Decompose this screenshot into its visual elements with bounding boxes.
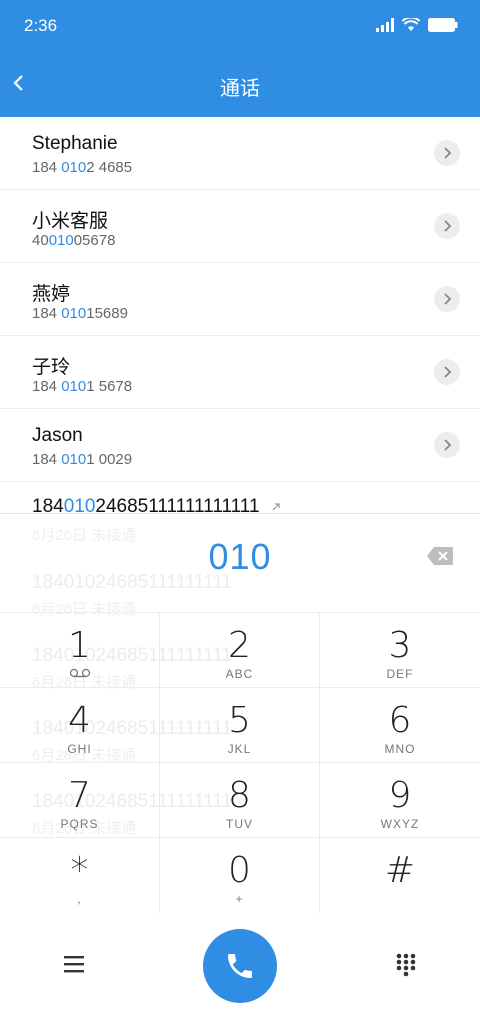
contact-list: Stephanie 184 0102 4685 小米客服 4001005678 …: [0, 117, 480, 517]
contact-item[interactable]: Jason 184 0101 0029: [0, 409, 480, 482]
contact-number: 184 0101 5678: [32, 378, 133, 395]
recent-call-item[interactable]: 18401024685111111111111: [0, 482, 480, 517]
battery-icon: [428, 18, 458, 32]
detail-button[interactable]: [434, 359, 460, 385]
key-letters: TUV: [226, 817, 253, 831]
chevron-right-icon: [444, 147, 452, 159]
contact-item[interactable]: 小米客服 4001005678: [0, 190, 480, 263]
status-icons: [376, 15, 458, 35]
status-bar: 2:36: [0, 0, 480, 52]
chevron-right-icon: [444, 366, 452, 378]
phone-icon: [228, 954, 252, 978]
contact-name: Stephanie: [32, 133, 118, 154]
chevron-right-icon: [444, 439, 452, 451]
keypad-toggle-button[interactable]: [396, 953, 416, 977]
chevron-right-icon: [444, 293, 452, 305]
status-time: 2:36: [24, 16, 58, 35]
menu-icon: [64, 956, 84, 973]
wifi-icon: [402, 18, 420, 31]
title-bar: 通话: [0, 52, 480, 117]
contact-number: 184 0101 0029: [32, 451, 133, 468]
chevron-right-icon: [444, 220, 452, 232]
key-3[interactable]: 3 DEF: [320, 613, 480, 688]
backspace-icon: [427, 547, 453, 565]
delete-button[interactable]: [426, 546, 454, 566]
outgoing-arrow-icon: [272, 503, 280, 511]
contact-number: 4001005678: [32, 232, 116, 249]
signal-icon: [376, 18, 394, 32]
key-digit: 7: [68, 775, 91, 816]
contact-number: 184 01015689: [32, 305, 128, 322]
keypad-icon: [396, 953, 416, 977]
key-digit: 4: [68, 700, 91, 741]
contact-number: 184 0102 4685: [32, 159, 133, 176]
key-letters: +: [235, 892, 244, 906]
key-7[interactable]: 7 PQRS: [0, 763, 160, 838]
key-digit: 9: [388, 775, 412, 816]
key-5[interactable]: 5 JKL: [160, 688, 320, 763]
contact-name: 燕婷: [32, 284, 71, 305]
key-8[interactable]: 8 TUV: [160, 763, 320, 838]
key-digit: 1: [68, 625, 91, 666]
key-digit: 3: [388, 625, 412, 666]
detail-button[interactable]: [434, 432, 460, 458]
call-button[interactable]: [203, 929, 277, 1003]
contact-item[interactable]: 燕婷 184 01015689: [0, 263, 480, 336]
detail-button[interactable]: [434, 286, 460, 312]
key-letters: ABC: [225, 667, 254, 681]
key-1[interactable]: 1: [0, 613, 160, 688]
key-letters: MNO: [384, 742, 416, 756]
dial-display: 010: [0, 514, 480, 612]
entered-number: 010: [208, 536, 272, 577]
key-digit: 0: [228, 850, 251, 891]
key-9[interactable]: 9 WXYZ: [320, 763, 480, 838]
voicemail-icon: [69, 668, 91, 678]
key-letters: ,: [77, 892, 82, 906]
key-digit: 6: [388, 700, 412, 741]
contact-name: Jason: [32, 425, 83, 446]
key-0[interactable]: 0 +: [160, 838, 320, 913]
key-letters: PQRS: [60, 817, 99, 831]
key-digit: 8: [228, 775, 251, 816]
key-letters: DEF: [386, 667, 414, 681]
detail-button[interactable]: [434, 213, 460, 239]
key-star[interactable]: *,: [0, 838, 160, 913]
dialpad: 6月26日 未接通 18401024685111111111 6月26日 未接通…: [0, 513, 480, 1014]
bottom-bar: [0, 915, 480, 1014]
key-digit: *: [70, 850, 89, 891]
key-letters: JKL: [227, 742, 252, 756]
menu-button[interactable]: [64, 955, 84, 973]
contact-item[interactable]: 子玲 184 0101 5678: [0, 336, 480, 409]
key-letters: WXYZ: [380, 817, 420, 831]
keypad: 1 2 ABC 3 DEF 4 GHI 5 JKL 6 MNO 7 PQRS 8 TUV 9W…: [0, 612, 480, 916]
key-4[interactable]: 4 GHI: [0, 688, 160, 763]
detail-button[interactable]: [434, 140, 460, 166]
key-6[interactable]: 6 MNO: [320, 688, 480, 763]
page-title: 通话: [220, 78, 260, 100]
key-letters: GHI: [67, 742, 92, 756]
key-digit: 2: [228, 625, 251, 666]
key-digit: 5: [228, 700, 251, 741]
contact-name: 小米客服: [32, 211, 109, 232]
contact-name: 子玲: [32, 357, 71, 378]
key-hash[interactable]: #: [320, 838, 480, 913]
key-2[interactable]: 2 ABC: [160, 613, 320, 688]
contact-item[interactable]: Stephanie 184 0102 4685: [0, 117, 480, 190]
key-digit: #: [384, 850, 416, 891]
